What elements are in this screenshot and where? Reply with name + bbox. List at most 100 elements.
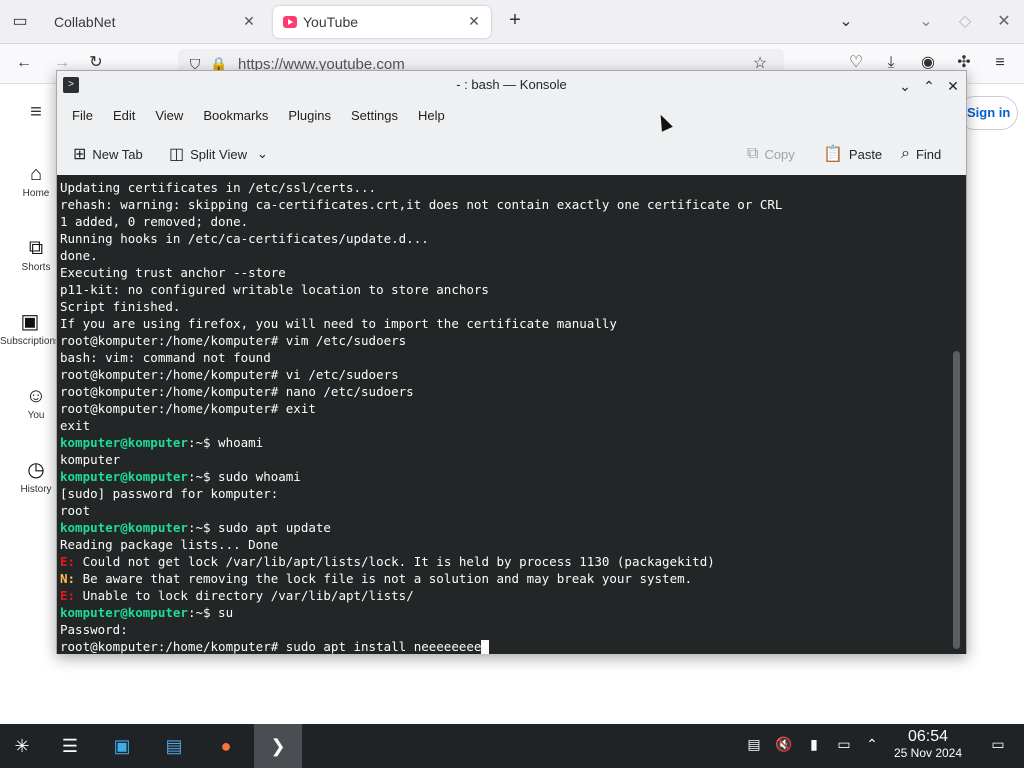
copy-label: Copy [764, 146, 795, 162]
device-icon[interactable]: ▮ [804, 736, 824, 756]
prompt-user: komputer@komputer [60, 605, 188, 620]
terminal-line: Executing trust anchor --store [60, 264, 966, 281]
tab-list-icon[interactable]: ▭ [10, 12, 30, 32]
output-text: Password: [60, 622, 128, 637]
tab-youtube[interactable]: YouTube ✕ [273, 6, 491, 38]
terminal-line: Updating certificates in /etc/ssl/certs.… [60, 179, 966, 196]
maximize-icon[interactable]: ⌃ [919, 76, 939, 96]
close-window-icon[interactable]: ✕ [994, 12, 1014, 32]
copy-button[interactable]: ⧉ Copy [747, 141, 795, 167]
tray-expand-icon[interactable]: ⌃ [862, 736, 882, 756]
hamburger-menu-icon[interactable]: ≡ [24, 102, 48, 122]
konsole-icon: ❯ [270, 736, 286, 756]
menu-settings[interactable]: Settings [346, 104, 403, 127]
output-text: rehash: warning: skipping ca-certificate… [60, 197, 783, 212]
prompt-user: komputer@komputer [60, 469, 188, 484]
split-view-label: Split View [190, 146, 247, 162]
terminal-line: komputer@komputer:~$ sudo apt update [60, 519, 966, 536]
output-text: Executing trust anchor --store [60, 265, 286, 280]
message-text: Could not get lock /var/lib/apt/lists/lo… [75, 554, 715, 569]
command-text: su [218, 605, 234, 620]
terminal-line: root@komputer:/home/komputer# vim /etc/s… [60, 332, 966, 349]
konsole-app-icon[interactable]: > [63, 77, 79, 93]
clock[interactable]: 06:54 25 Nov 2024 [888, 728, 968, 760]
output-text: [sudo] password for komputer: [60, 486, 279, 501]
clock-date: 25 Nov 2024 [893, 746, 963, 760]
err-tag: E: [60, 588, 76, 603]
minimize-icon[interactable]: ⌄ [916, 12, 936, 32]
terminal-scrollbar[interactable] [953, 351, 960, 649]
terminal-line: exit [60, 417, 966, 434]
output-text: Running hooks in /etc/ca-certificates/up… [60, 231, 429, 246]
terminal-line: root [60, 502, 966, 519]
text-cursor [481, 640, 490, 654]
split-view-button[interactable]: ◫ Split View ⌄ [169, 141, 268, 167]
konsole-task[interactable]: ❯ [254, 724, 302, 768]
youtube-favicon-icon [283, 16, 297, 28]
terminal-output[interactable]: Updating certificates in /etc/ssl/certs.… [57, 175, 966, 654]
menu-plugins[interactable]: Plugins [283, 104, 336, 127]
menu-bookmarks[interactable]: Bookmarks [198, 104, 273, 127]
tab-overflow-icon[interactable]: ⌄ [836, 12, 856, 32]
copy-icon: ⧉ [747, 145, 759, 162]
menu-help[interactable]: Help [413, 104, 450, 127]
search-icon: ⌕ [901, 145, 910, 162]
output-text: komputer [60, 452, 121, 467]
volume-muted-icon[interactable]: 🔇 [774, 736, 794, 756]
sidebar-item-label: History [20, 484, 52, 495]
discover-icon[interactable]: ▣ [104, 730, 140, 762]
subscriptions-icon: ▣ [20, 311, 40, 333]
sidebar-item-label: You [27, 410, 45, 421]
new-tab-button[interactable]: ⊞ New Tab [73, 141, 143, 167]
sign-in-button[interactable]: Sign in [958, 96, 1018, 130]
terminal-line: N: Be aware that removing the lock file … [60, 570, 966, 587]
tab-collabnet[interactable]: CollabNet ✕ [44, 6, 266, 38]
command-text: whoami [218, 435, 264, 450]
prompt-user: komputer@komputer [60, 520, 188, 535]
system-settings-icon[interactable]: ☰ [52, 730, 88, 762]
terminal-line: root@komputer:/home/komputer# sudo apt i… [60, 638, 966, 654]
konsole-window: - : bash — Konsole > ⌄ ⌃ ✕ File Edit Vie… [56, 70, 967, 654]
window-title: - : bash — Konsole [456, 77, 567, 92]
firefox-icon[interactable]: ● [208, 730, 244, 762]
menu-edit[interactable]: Edit [108, 104, 140, 127]
output-text: root@komputer:/home/komputer# vim /etc/s… [60, 333, 407, 348]
konsole-title-bar[interactable]: - : bash — Konsole [57, 71, 966, 101]
output-text: p11-kit: no configured writable location… [60, 282, 489, 297]
current-input-line: root@komputer:/home/komputer# sudo apt i… [60, 639, 482, 654]
maximize-icon[interactable]: ◇ [955, 12, 975, 32]
prompt-path: :~$ [187, 435, 219, 450]
chevron-down-icon: ⌄ [256, 146, 268, 161]
minimize-icon[interactable]: ⌄ [895, 76, 915, 96]
paste-button[interactable]: 📋 Paste [823, 141, 882, 167]
konsole-menu-bar: File Edit View Bookmarks Plugins Setting… [57, 101, 966, 129]
close-tab-icon[interactable]: ✕ [240, 12, 258, 30]
file-manager-icon[interactable]: ▤ [156, 730, 192, 762]
terminal-line: komputer [60, 451, 966, 468]
menu-file[interactable]: File [67, 104, 98, 127]
output-text: root@komputer:/home/komputer# nano /etc/… [60, 384, 414, 399]
sidebar-item-subscriptions[interactable]: ▣ Subscriptions [0, 308, 60, 347]
close-tab-icon[interactable]: ✕ [465, 12, 483, 30]
close-icon[interactable]: ✕ [943, 76, 963, 96]
new-tab-button[interactable]: + [504, 10, 526, 30]
message-text: Be aware that removing the lock file is … [75, 571, 693, 586]
terminal-line: Script finished. [60, 298, 966, 315]
menu-view[interactable]: View [150, 104, 188, 127]
clock-time: 06:54 [907, 728, 949, 745]
network-icon[interactable]: ▭ [834, 736, 854, 756]
clipboard-icon[interactable]: ▤ [744, 736, 764, 756]
terminal-line: komputer@komputer:~$ whoami [60, 434, 966, 451]
show-desktop-icon[interactable]: ▭ [988, 736, 1008, 756]
terminal-line: [sudo] password for komputer: [60, 485, 966, 502]
back-icon[interactable]: ← [14, 53, 34, 73]
message-text: Unable to lock directory /var/lib/apt/li… [75, 588, 414, 603]
taskbar: ✳ ☰ ▣ ▤ ● ❯ ▤ 🔇 ▮ ▭ ⌃ 06:54 25 Nov 2024 … [0, 724, 1024, 768]
output-text: root [60, 503, 91, 518]
menu-icon[interactable]: ≡ [990, 53, 1010, 73]
find-button[interactable]: ⌕ Find [901, 141, 941, 167]
app-launcher-icon[interactable]: ✳ [4, 730, 40, 762]
warn-tag: N: [60, 571, 76, 586]
output-text: bash: vim: command not found [60, 350, 271, 365]
prompt-path: :~$ [187, 605, 219, 620]
